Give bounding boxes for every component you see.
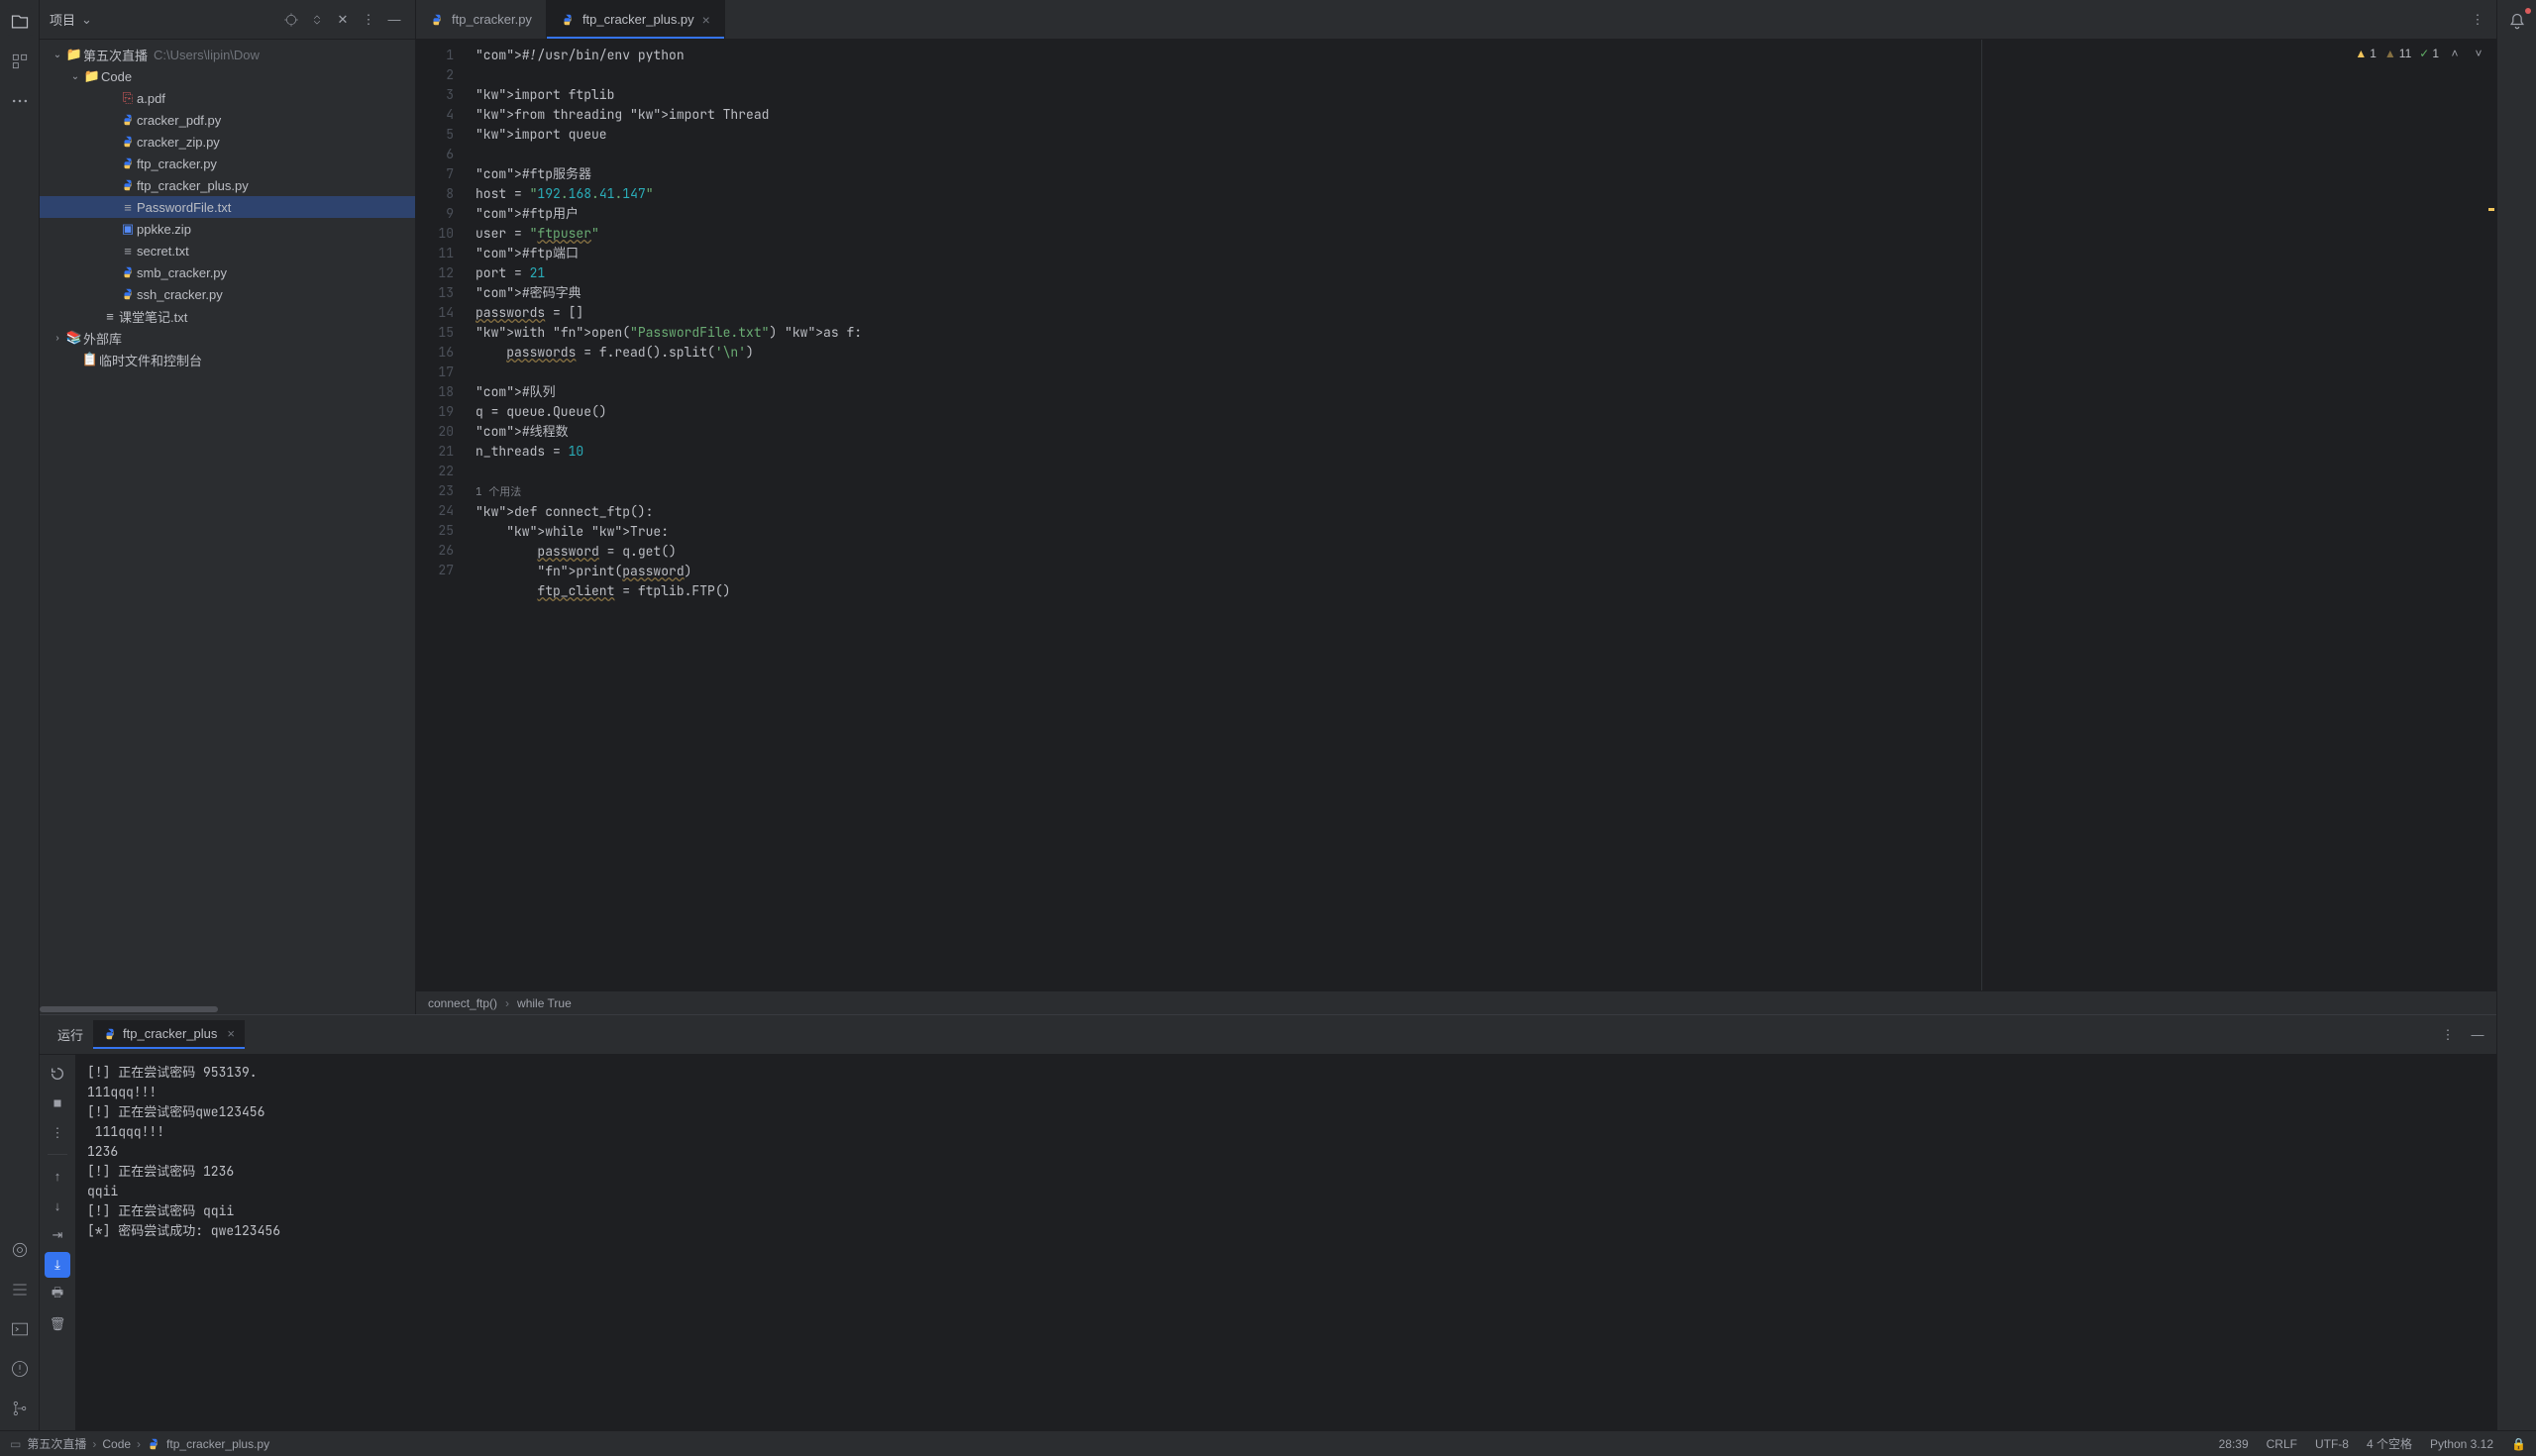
editor-body[interactable]: 1234567891011121314151617181920212223242…: [416, 40, 2496, 990]
scroll-end-icon[interactable]: ⤓: [45, 1252, 70, 1278]
inspections-down-icon[interactable]: ˅: [2471, 46, 2486, 61]
tree-notes[interactable]: ≡ 课堂笔记.txt: [40, 305, 415, 327]
line-ending[interactable]: CRLF: [2267, 1437, 2297, 1451]
down-stack-icon[interactable]: ↓: [45, 1193, 70, 1218]
print-icon[interactable]: 🖶: [45, 1282, 70, 1307]
more-tool-icon[interactable]: [6, 87, 34, 115]
problems-icon[interactable]: [6, 1355, 34, 1383]
run-tab-label[interactable]: 运行: [48, 1025, 93, 1044]
inspections-widget[interactable]: ▲1 ▲11 ✓1 ˄ ˅: [2355, 46, 2486, 61]
indent[interactable]: 4 个空格: [2367, 1435, 2412, 1452]
up-stack-icon[interactable]: ↑: [45, 1163, 70, 1189]
tree-file[interactable]: ⎘a.pdf: [40, 87, 415, 109]
collapse-all-icon[interactable]: ✕: [332, 9, 354, 31]
chevron-down-icon[interactable]: ⌄: [81, 12, 92, 28]
notifications-icon[interactable]: [2503, 8, 2531, 36]
locate-icon[interactable]: [280, 9, 302, 31]
services-icon[interactable]: [6, 1276, 34, 1303]
right-tool-strip: [2496, 0, 2536, 1430]
run-hide-icon[interactable]: —: [2467, 1024, 2488, 1046]
tree-scratch[interactable]: 📋 临时文件和控制台: [40, 349, 415, 370]
tab-ftp-cracker-plus[interactable]: ftp_cracker_plus.py ×: [547, 0, 725, 39]
status-breadcrumb[interactable]: ▭ 第五次直播 › Code › ftp_cracker_plus.py: [10, 1435, 269, 1452]
tree-file[interactable]: smb_cracker.py: [40, 261, 415, 283]
run-tabs: 运行 ftp_cracker_plus × ⋮ —: [40, 1015, 2496, 1055]
project-tool-icon[interactable]: [6, 8, 34, 36]
inspections-up-icon[interactable]: ˄: [2447, 46, 2463, 61]
run-config-tab[interactable]: ftp_cracker_plus ×: [93, 1020, 245, 1049]
vcs-icon[interactable]: [6, 1395, 34, 1422]
tree-file[interactable]: ftp_cracker.py: [40, 153, 415, 174]
options-icon[interactable]: ⋮: [358, 9, 379, 31]
tree-file[interactable]: ≡secret.txt: [40, 240, 415, 261]
editor-right-gutter: ▲1 ▲11 ✓1 ˄ ˅: [1981, 40, 2496, 990]
code-view[interactable]: "com">#!/usr/bin/env python "kw">import …: [476, 40, 1981, 990]
soft-wrap-icon[interactable]: ⇥: [45, 1222, 70, 1248]
run-panel: 运行 ftp_cracker_plus × ⋮ — ⋮: [40, 1014, 2496, 1430]
project-sidebar: 项目 ⌄ ✕ ⋮ — ⌄: [40, 0, 416, 1014]
python-interpreter[interactable]: Python 3.12: [2430, 1437, 2493, 1451]
minimap-mark[interactable]: [2488, 208, 2494, 211]
file-tree: ⌄ 📁 第五次直播 C:\Users\lipin\Dow ⌄ 📁 Code ⎘a…: [40, 40, 415, 1004]
terminal-icon[interactable]: [6, 1315, 34, 1343]
encoding[interactable]: UTF-8: [2315, 1437, 2349, 1451]
rerun-icon[interactable]: [45, 1061, 70, 1087]
run-options-icon[interactable]: ⋮: [2437, 1024, 2459, 1046]
structure-tool-icon[interactable]: [6, 48, 34, 75]
sidebar-header: 项目 ⌄ ✕ ⋮ —: [40, 0, 415, 40]
editor-breadcrumb[interactable]: connect_ftp() › while True: [416, 990, 2496, 1014]
stop-icon[interactable]: [45, 1091, 70, 1116]
line-gutter: 1234567891011121314151617181920212223242…: [416, 40, 476, 990]
lock-icon[interactable]: 🔒: [2511, 1437, 2526, 1451]
cursor-pos[interactable]: 28:39: [2219, 1437, 2249, 1451]
editor-tabs: ftp_cracker.py ftp_cracker_plus.py × ⋮: [416, 0, 2496, 40]
tree-file[interactable]: ▣ppkke.zip: [40, 218, 415, 240]
tabs-options-icon[interactable]: ⋮: [2467, 9, 2488, 31]
clear-icon[interactable]: 🗑: [45, 1311, 70, 1337]
close-tab-icon[interactable]: ×: [702, 12, 710, 28]
tree-folder-code[interactable]: ⌄ 📁 Code: [40, 65, 415, 87]
tree-external-libs[interactable]: › 📚 外部库: [40, 327, 415, 349]
tree-root[interactable]: ⌄ 📁 第五次直播 C:\Users\lipin\Dow: [40, 44, 415, 65]
root-path: C:\Users\lipin\Dow: [154, 48, 260, 62]
close-run-tab-icon[interactable]: ×: [227, 1026, 235, 1041]
python-console-icon[interactable]: [6, 1236, 34, 1264]
status-bar: ▭ 第五次直播 › Code › ftp_cracker_plus.py 28:…: [0, 1430, 2536, 1456]
tab-ftp-cracker[interactable]: ftp_cracker.py: [416, 0, 547, 39]
run-more-icon[interactable]: ⋮: [45, 1120, 70, 1146]
tree-file[interactable]: ssh_cracker.py: [40, 283, 415, 305]
hide-icon[interactable]: —: [383, 9, 405, 31]
run-toolbar: ⋮ ↑ ↓ ⇥ ⤓ 🖶 🗑: [40, 1055, 75, 1430]
expand-icon[interactable]: [306, 9, 328, 31]
editor-area: ftp_cracker.py ftp_cracker_plus.py × ⋮ 1…: [416, 0, 2496, 1014]
sidebar-scroll-h[interactable]: [40, 1004, 415, 1014]
console-output[interactable]: [!] 正在尝试密码 953139. 111qqq!!! [!] 正在尝试密码q…: [75, 1055, 2496, 1430]
tree-file[interactable]: ≡PasswordFile.txt: [40, 196, 415, 218]
tree-file[interactable]: cracker_zip.py: [40, 131, 415, 153]
root-name: 第五次直播: [83, 46, 148, 64]
tree-file[interactable]: ftp_cracker_plus.py: [40, 174, 415, 196]
sidebar-title[interactable]: 项目: [50, 10, 75, 29]
tree-file[interactable]: cracker_pdf.py: [40, 109, 415, 131]
activity-bar: [0, 0, 40, 1430]
